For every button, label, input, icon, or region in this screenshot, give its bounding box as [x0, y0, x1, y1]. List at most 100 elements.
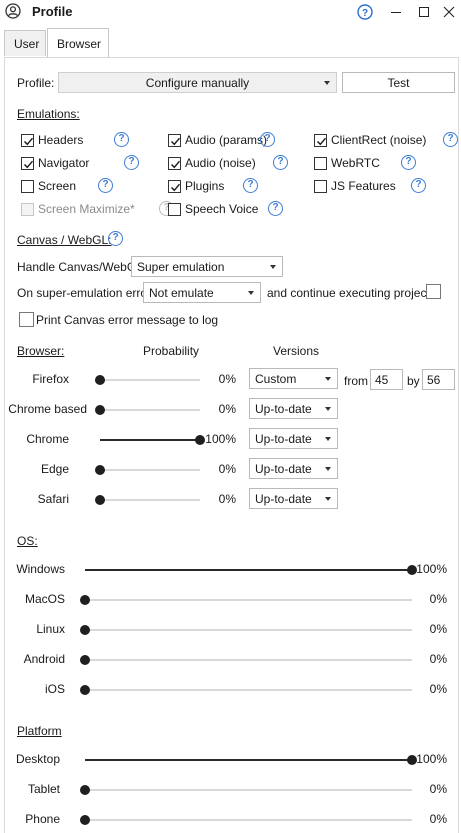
version-by-field[interactable]: 56	[422, 369, 455, 390]
screen-checkbox[interactable]	[21, 180, 34, 193]
screen-help-icon[interactable]: ?	[98, 178, 113, 193]
windows-slider[interactable]	[85, 565, 417, 575]
checkmark-icon	[24, 160, 34, 169]
chevron-down-icon	[325, 437, 331, 441]
chrome-based-slider[interactable]	[95, 405, 200, 415]
checkmark-icon	[24, 137, 34, 146]
versions-header: Versions	[273, 344, 320, 358]
navigator-checkbox[interactable]	[21, 157, 34, 170]
super-emulation-error-label: On super-emulation error	[17, 286, 152, 300]
tablet-slider-thumb[interactable]	[80, 785, 90, 795]
safari-percent: 0%	[218, 492, 236, 506]
linux-slider[interactable]	[80, 625, 412, 635]
plugins-checkbox[interactable]	[168, 180, 181, 193]
firefox-slider-thumb[interactable]	[95, 375, 105, 385]
maximize-button[interactable]	[413, 2, 435, 22]
from-label: from	[344, 374, 368, 388]
audio-noise-help-icon[interactable]: ?	[273, 155, 288, 170]
safari-slider-thumb[interactable]	[95, 495, 105, 505]
speech-voice-label: Speech Voice	[185, 202, 259, 216]
chevron-down-icon	[324, 81, 330, 85]
user-profile-icon	[5, 3, 21, 19]
headers-help-icon[interactable]: ?	[114, 132, 129, 147]
edge-slider[interactable]	[95, 465, 200, 475]
desktop-slider[interactable]	[85, 755, 417, 765]
chrome-based-version-select[interactable]: Up-to-date	[249, 398, 338, 419]
handle-canvas-select[interactable]: Super emulation	[131, 256, 283, 277]
checkmark-icon	[171, 137, 181, 146]
chrome-based-version-value: Up-to-date	[255, 402, 312, 416]
version-from-field[interactable]: 45	[370, 369, 403, 390]
audio-params-checkbox[interactable]	[168, 134, 181, 147]
android-slider[interactable]	[80, 655, 412, 665]
tab-browser[interactable]: Browser	[47, 28, 109, 58]
webrtc-checkbox[interactable]	[314, 157, 327, 170]
canvas-help-icon[interactable]: ?	[108, 231, 123, 246]
js-features-checkbox[interactable]	[314, 180, 327, 193]
chrome-based-label: Chrome based	[8, 402, 87, 416]
js-features-help-icon[interactable]: ?	[411, 178, 426, 193]
android-label: Android	[23, 652, 65, 666]
screen-maximize-checkbox	[21, 203, 34, 216]
continue-executing-checkbox[interactable]	[426, 284, 441, 299]
edge-slider-thumb[interactable]	[95, 465, 105, 475]
chrome-version-value: Up-to-date	[255, 432, 312, 446]
webrtc-help-icon[interactable]: ?	[401, 155, 416, 170]
chrome-based-slider-thumb[interactable]	[95, 405, 105, 415]
firefox-percent: 0%	[218, 372, 236, 386]
safari-slider[interactable]	[95, 495, 200, 505]
maximize-icon	[419, 7, 429, 17]
headers-label: Headers	[38, 133, 84, 147]
edge-version-select[interactable]: Up-to-date	[249, 458, 338, 479]
speech-voice-checkbox[interactable]	[168, 203, 181, 216]
plugins-help-icon[interactable]: ?	[243, 178, 258, 193]
tablet-percent: 0%	[429, 782, 447, 796]
ios-label: iOS	[44, 682, 65, 696]
firefox-slider[interactable]	[95, 375, 200, 385]
phone-slider[interactable]	[80, 815, 412, 825]
audio-noise-checkbox[interactable]	[168, 157, 181, 170]
macos-slider-thumb[interactable]	[80, 595, 90, 605]
phone-label: Phone	[25, 812, 60, 826]
screen-label: Screen	[38, 179, 77, 193]
print-canvas-error-checkbox[interactable]	[19, 312, 34, 327]
headers-checkbox[interactable]	[21, 134, 34, 147]
profile-select[interactable]: Configure manually	[58, 72, 337, 93]
ios-slider[interactable]	[80, 685, 412, 695]
speech-voice-help-icon[interactable]: ?	[268, 201, 283, 216]
chrome-version-select[interactable]: Up-to-date	[249, 428, 338, 449]
minimize-button[interactable]	[385, 2, 407, 22]
firefox-version-select[interactable]: Custom	[249, 368, 338, 389]
checkmark-icon	[171, 183, 181, 192]
webrtc-label: WebRTC	[331, 156, 380, 170]
handle-canvas-label: Handle Canvas/WebGL	[17, 260, 143, 274]
tablet-slider[interactable]	[80, 785, 412, 795]
navigator-help-icon[interactable]: ?	[124, 155, 139, 170]
handle-canvas-value: Super emulation	[137, 260, 225, 274]
close-button[interactable]	[438, 2, 460, 22]
chrome-slider[interactable]	[100, 435, 205, 445]
linux-percent: 0%	[429, 622, 447, 636]
audio-params-help-icon[interactable]: ?	[260, 132, 275, 147]
android-slider-thumb[interactable]	[80, 655, 90, 665]
help-circle-icon: ?	[357, 4, 373, 20]
super-emulation-error-select[interactable]: Not emulate	[143, 282, 261, 303]
windows-slider-fill	[85, 569, 412, 571]
help-button[interactable]: ?	[354, 2, 376, 22]
clientrect-noise-label: ClientRect (noise)	[331, 133, 427, 147]
desktop-label: Desktop	[15, 752, 60, 766]
safari-version-select[interactable]: Up-to-date	[249, 488, 338, 509]
canvas-heading: Canvas / WebGL:	[17, 233, 112, 247]
macos-slider[interactable]	[80, 595, 412, 605]
edge-percent: 0%	[218, 462, 236, 476]
tab-user[interactable]: User	[4, 30, 46, 56]
phone-slider-thumb[interactable]	[80, 815, 90, 825]
ios-slider-thumb[interactable]	[80, 685, 90, 695]
linux-slider-thumb[interactable]	[80, 625, 90, 635]
chrome-based-percent: 0%	[218, 402, 236, 416]
desktop-percent: 100%	[416, 752, 447, 766]
ios-percent: 0%	[429, 682, 447, 696]
clientrect-noise-help-icon[interactable]: ?	[443, 132, 458, 147]
test-button[interactable]: Test	[342, 72, 455, 93]
clientrect-noise-checkbox[interactable]	[314, 134, 327, 147]
